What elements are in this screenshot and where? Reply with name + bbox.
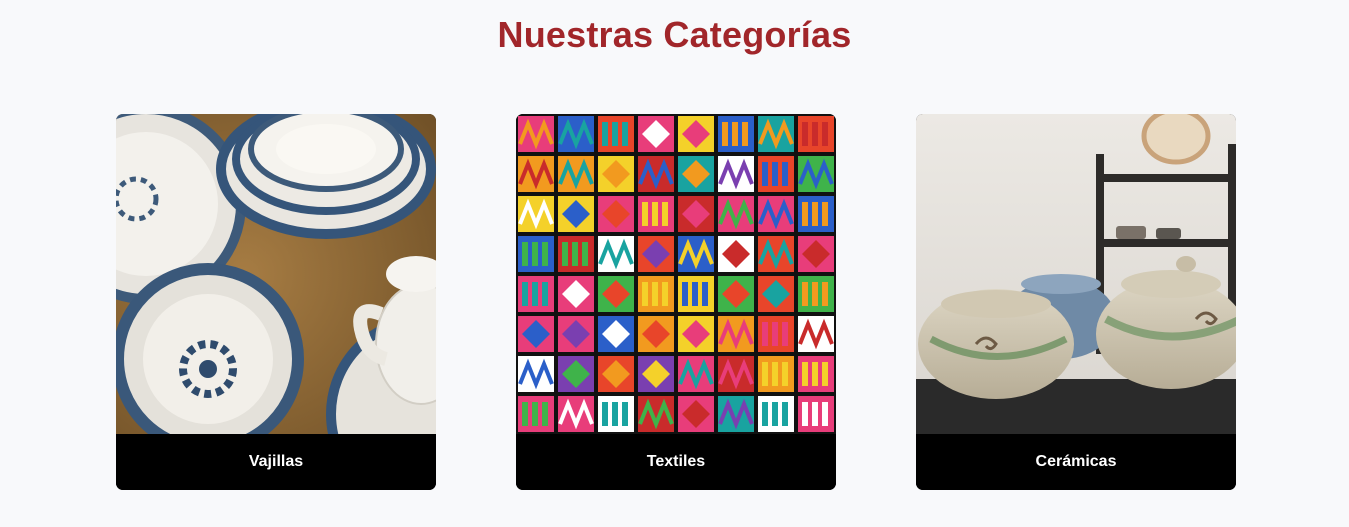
category-label-ceramicas: Cerámicas bbox=[916, 434, 1236, 490]
vajillas-image[interactable] bbox=[116, 114, 436, 434]
category-label-vajillas: Vajillas bbox=[116, 434, 436, 490]
category-card-vajillas[interactable]: Vajillas bbox=[116, 114, 436, 490]
category-label-textiles: Textiles bbox=[516, 434, 836, 490]
category-grid: Vajillas Textiles Cerámicas bbox=[116, 114, 1236, 490]
section-title: Nuestras Categorías bbox=[497, 14, 852, 55]
category-card-textiles[interactable]: Textiles bbox=[516, 114, 836, 490]
ceramicas-image[interactable] bbox=[916, 114, 1236, 434]
textiles-image[interactable] bbox=[516, 114, 836, 434]
category-card-ceramicas[interactable]: Cerámicas bbox=[916, 114, 1236, 490]
